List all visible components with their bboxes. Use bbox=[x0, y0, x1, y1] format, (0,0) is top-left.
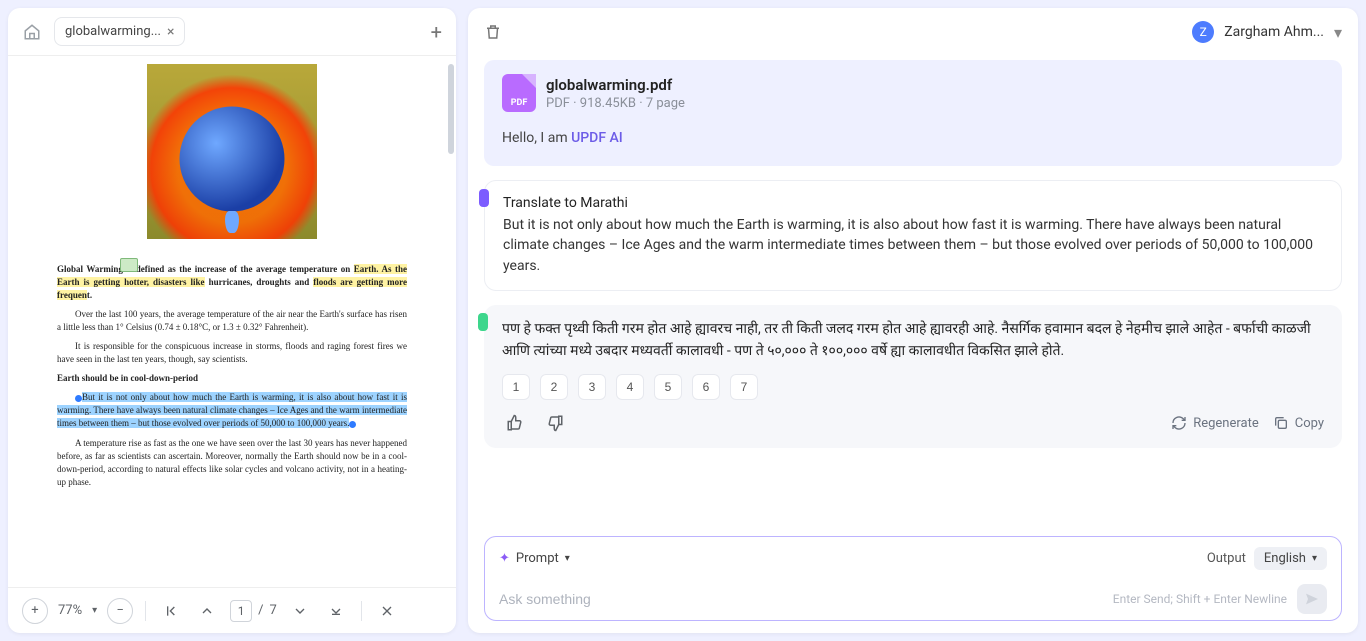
output-language-value: English bbox=[1264, 551, 1306, 566]
regenerate-button[interactable]: Regenerate bbox=[1171, 415, 1259, 431]
left-panel: globalwarming... × + Global Warming is d… bbox=[8, 8, 456, 633]
composer-hint: Enter Send; Shift + Enter Newline bbox=[1113, 592, 1287, 606]
tab-title: globalwarming... bbox=[65, 24, 161, 39]
user-message-body: But it is not only about how much the Ea… bbox=[503, 215, 1323, 276]
copy-icon bbox=[1273, 415, 1289, 431]
tab-close-button[interactable]: × bbox=[167, 25, 174, 39]
prev-page-button[interactable] bbox=[194, 598, 220, 624]
welcome-text: Hello, I am UPDF AI bbox=[502, 130, 1324, 146]
scrollbar-thumb[interactable] bbox=[448, 64, 454, 154]
last-page-button[interactable] bbox=[323, 598, 349, 624]
close-viewer-button[interactable] bbox=[374, 598, 400, 624]
chat-header: Z Zargham Ahm... ▾ bbox=[468, 8, 1358, 56]
composer-input[interactable] bbox=[499, 591, 1103, 607]
user-menu-caret[interactable]: ▾ bbox=[1334, 23, 1342, 42]
document-viewport[interactable]: Global Warming is defined as the increas… bbox=[8, 56, 456, 587]
file-meta: PDF · 918.45KB · 7 page bbox=[546, 96, 685, 111]
selection-start-handle[interactable] bbox=[75, 395, 82, 402]
page-current-input[interactable]: 1 bbox=[230, 600, 252, 622]
regenerate-label: Regenerate bbox=[1193, 416, 1259, 431]
thumbs-down-button[interactable] bbox=[542, 410, 568, 436]
regenerate-icon bbox=[1171, 415, 1187, 431]
pager-button-3[interactable]: 3 bbox=[578, 374, 606, 400]
pager-button-2[interactable]: 2 bbox=[540, 374, 568, 400]
tab-bar: globalwarming... × + bbox=[8, 8, 456, 56]
user-name: Zargham Ahm... bbox=[1224, 24, 1324, 40]
thumbs-up-button[interactable] bbox=[502, 410, 528, 436]
document-hero-image bbox=[147, 64, 317, 239]
thumbs-up-icon bbox=[506, 414, 524, 432]
page-total: 7 bbox=[270, 603, 277, 618]
chat-scroll[interactable]: globalwarming.pdf PDF · 918.45KB · 7 pag… bbox=[468, 56, 1358, 530]
trash-icon bbox=[484, 23, 502, 41]
selection-end-handle[interactable] bbox=[349, 421, 356, 428]
ai-actions-row: Regenerate Copy bbox=[502, 410, 1324, 436]
doc-paragraph: Over the last 100 years, the average tem… bbox=[57, 308, 407, 334]
home-button[interactable] bbox=[18, 18, 46, 46]
doc-text-span: hurricanes, droughts and bbox=[205, 277, 314, 287]
user-bubble-accent bbox=[479, 189, 489, 207]
zoom-out-button[interactable]: − bbox=[107, 598, 133, 624]
page-separator: / bbox=[258, 603, 263, 618]
first-page-button[interactable] bbox=[158, 598, 184, 624]
annotation-note-icon[interactable] bbox=[120, 258, 138, 272]
pager-button-1[interactable]: 1 bbox=[502, 374, 530, 400]
doc-paragraph: It is responsible for the conspicuous in… bbox=[57, 340, 407, 366]
pager-button-6[interactable]: 6 bbox=[692, 374, 720, 400]
viewer-toolbar: + 77% ▾ − 1 / 7 bbox=[8, 587, 456, 633]
document-body: Global Warming is defined as the increas… bbox=[57, 263, 407, 489]
pager-button-7[interactable]: 7 bbox=[730, 374, 758, 400]
doc-text-span: t. bbox=[87, 290, 92, 300]
file-chip[interactable]: globalwarming.pdf PDF · 918.45KB · 7 pag… bbox=[502, 74, 1324, 112]
doc-paragraph: A temperature rise as fast as the one we… bbox=[57, 437, 407, 489]
user-message: Translate to Marathi But it is not only … bbox=[484, 180, 1342, 291]
document-page: Global Warming is defined as the increas… bbox=[57, 64, 407, 489]
welcome-prefix: Hello, I am bbox=[502, 130, 571, 146]
next-page-button[interactable] bbox=[287, 598, 313, 624]
delete-button[interactable] bbox=[484, 23, 502, 41]
copy-label: Copy bbox=[1295, 416, 1324, 431]
send-button[interactable] bbox=[1297, 584, 1327, 614]
output-language-dropdown[interactable]: English ▾ bbox=[1254, 547, 1327, 570]
send-icon bbox=[1304, 591, 1320, 607]
prompt-dropdown[interactable]: ✦ Prompt ▾ bbox=[499, 551, 570, 566]
composer: ✦ Prompt ▾ Output English ▾ Enter Send; … bbox=[484, 536, 1342, 621]
page-indicator: 1 / 7 bbox=[230, 600, 277, 622]
doc-heading: Earth should be in cool-down-period bbox=[57, 372, 407, 385]
ai-bubble-accent bbox=[478, 313, 488, 331]
add-tab-button[interactable]: + bbox=[427, 16, 446, 48]
welcome-bubble: globalwarming.pdf PDF · 918.45KB · 7 pag… bbox=[484, 60, 1342, 166]
pager-button-4[interactable]: 4 bbox=[616, 374, 644, 400]
tab-active[interactable]: globalwarming... × bbox=[54, 17, 185, 46]
thumbs-down-icon bbox=[546, 414, 564, 432]
output-label: Output bbox=[1207, 551, 1246, 566]
prompt-label: Prompt bbox=[516, 551, 559, 566]
ai-message-body: पण हे फक्त पृथ्वी किती गरम होत आहे ह्याव… bbox=[502, 319, 1324, 362]
updf-ai-link[interactable]: UPDF AI bbox=[571, 130, 623, 146]
right-panel: Z Zargham Ahm... ▾ globalwarming.pdf PDF… bbox=[468, 8, 1358, 633]
ai-page-pager: 1 2 3 4 5 6 7 bbox=[502, 374, 1324, 400]
ai-message: पण हे फक्त पृथ्वी किती गरम होत आहे ह्याव… bbox=[484, 305, 1342, 448]
file-name: globalwarming.pdf bbox=[546, 76, 685, 94]
sparkle-icon: ✦ bbox=[499, 551, 510, 566]
home-icon bbox=[23, 23, 41, 41]
zoom-in-button[interactable]: + bbox=[22, 598, 48, 624]
user-message-title: Translate to Marathi bbox=[503, 195, 1323, 211]
doc-text-span: Global Warming is defined as the increas… bbox=[57, 264, 354, 274]
pdf-file-icon bbox=[502, 74, 536, 112]
zoom-level[interactable]: 77% bbox=[58, 603, 82, 618]
copy-button[interactable]: Copy bbox=[1273, 415, 1324, 431]
zoom-dropdown-caret[interactable]: ▾ bbox=[92, 605, 97, 616]
user-avatar[interactable]: Z bbox=[1192, 21, 1214, 43]
pager-button-5[interactable]: 5 bbox=[654, 374, 682, 400]
